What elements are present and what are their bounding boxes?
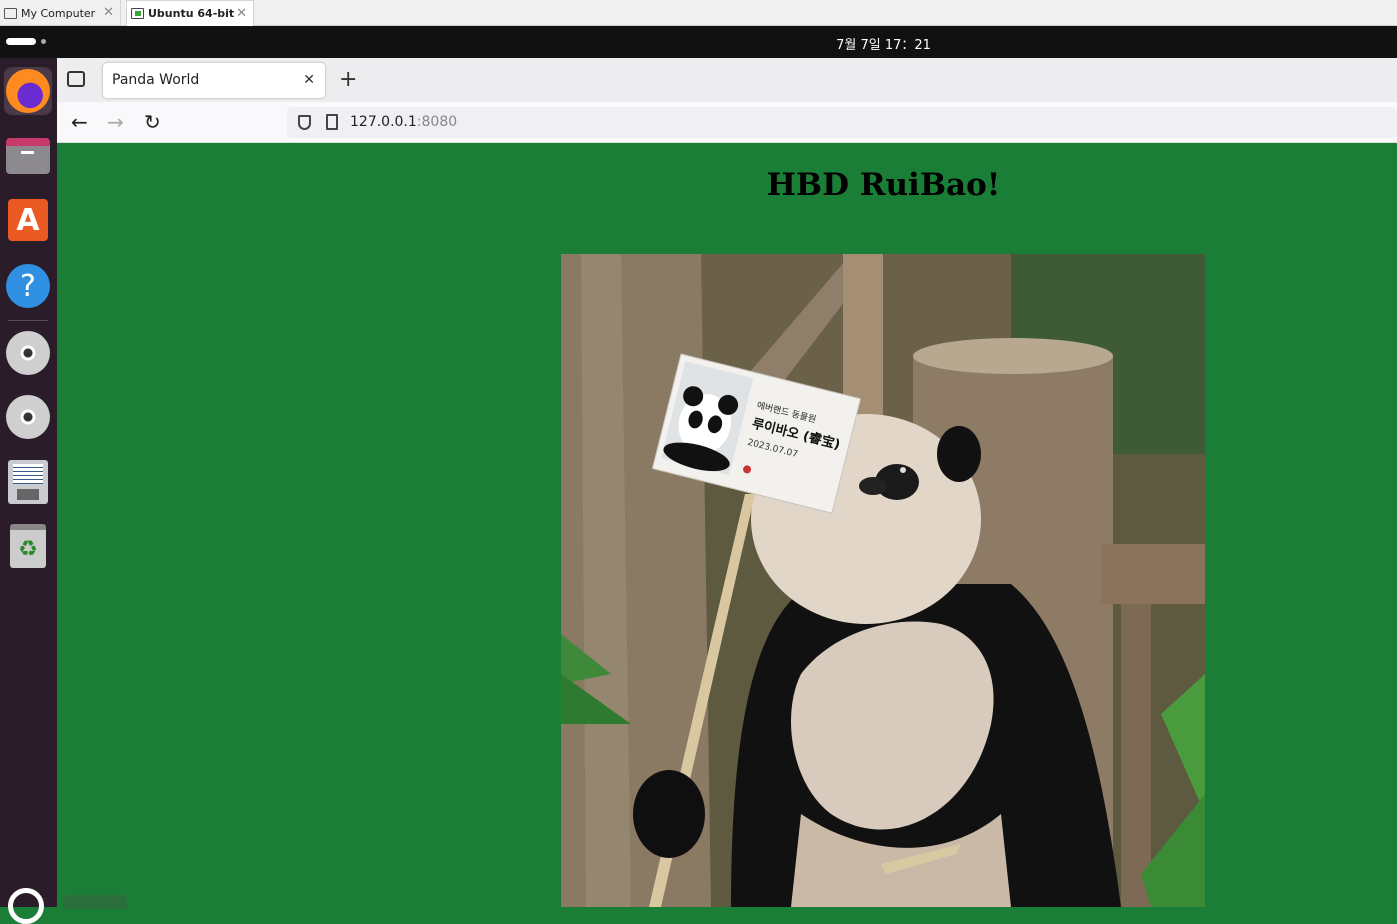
page-heading: HBD RuiBao! (766, 167, 1001, 203)
dock-dvd-2[interactable] (4, 393, 52, 441)
dock-files[interactable] (4, 132, 52, 180)
dock-floppy[interactable] (4, 458, 52, 506)
page-content: HBD RuiBao! 에버랜드 동물원 루이바오 (睿宝) 2023.07.0… (57, 143, 1397, 907)
dock-firefox[interactable] (4, 67, 52, 115)
ubuntu-top-bar: 7월 7일 17：21 (0, 26, 1397, 58)
computer-icon (4, 7, 17, 19)
dock-app-store[interactable]: A (4, 196, 52, 244)
url-text[interactable]: 127.0.0.1:8080 (350, 114, 457, 130)
forward-button[interactable]: → (107, 110, 124, 134)
close-icon[interactable]: ✕ (103, 5, 114, 20)
panda-photo: 에버랜드 동물원 루이바오 (睿宝) 2023.07.07 (561, 254, 1205, 907)
tab-list-icon[interactable] (67, 71, 85, 87)
firefox-icon (6, 69, 50, 113)
dock: A ? ♻ (0, 58, 57, 924)
url-port: :8080 (416, 114, 458, 130)
vm-tab-ubuntu[interactable]: Ubuntu 64-bit ✕ (126, 0, 254, 26)
dock-dvd-1[interactable] (4, 329, 52, 377)
new-tab-button[interactable]: + (339, 67, 357, 92)
tracking-protection-icon[interactable] (298, 115, 311, 130)
url-bar[interactable]: 127.0.0.1:8080 (287, 107, 1397, 138)
tab-title: Panda World (112, 72, 200, 88)
vm-tab-label: Ubuntu 64-bit (148, 7, 235, 20)
app-store-icon: A (8, 199, 48, 241)
vm-tab-label: My Computer (21, 6, 96, 20)
floppy-icon (8, 460, 48, 504)
browser-nav-bar: ← → ↻ 127.0.0.1:8080 (57, 102, 1397, 143)
dock-trash[interactable]: ♻ (4, 522, 52, 570)
tab-close-icon[interactable]: ✕ (303, 72, 315, 88)
browser-tab-strip: Panda World ✕ + (57, 58, 1397, 102)
files-icon (6, 138, 50, 174)
page-info-icon[interactable] (326, 114, 338, 130)
browser-tab-panda-world[interactable]: Panda World ✕ (103, 63, 325, 98)
dvd-icon (6, 331, 50, 375)
help-icon: ? (6, 264, 50, 308)
dock-separator (8, 320, 48, 321)
reload-button[interactable]: ↻ (144, 110, 161, 134)
clock[interactable]: 7월 7일 17：21 (0, 34, 1397, 53)
trash-icon: ♻ (10, 524, 46, 568)
back-button[interactable]: ← (71, 110, 88, 134)
vm-icon (131, 8, 144, 19)
show-apps-icon[interactable] (8, 888, 44, 924)
close-icon[interactable]: ✕ (236, 6, 247, 21)
dock-help[interactable]: ? (4, 262, 52, 310)
url-host: 127.0.0.1 (350, 114, 417, 130)
vm-tab-my-computer[interactable]: My Computer ✕ (0, 0, 121, 26)
dvd-icon (6, 395, 50, 439)
vm-tab-bar: My Computer ✕ Ubuntu 64-bit ✕ (0, 0, 1397, 26)
